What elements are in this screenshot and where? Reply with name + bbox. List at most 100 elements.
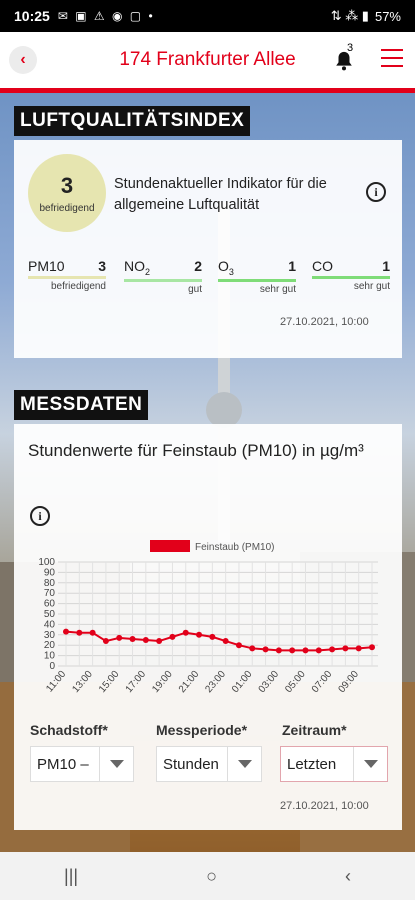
app-bar: ‹ 174 Frankfurter Allee 3 bbox=[0, 32, 415, 88]
data-point bbox=[355, 645, 362, 652]
x-tick-label: 09:00 bbox=[336, 669, 361, 696]
data-point bbox=[235, 642, 242, 649]
data-point bbox=[249, 645, 256, 652]
pollutant-item: NO2 2 gut bbox=[124, 258, 202, 295]
data-point bbox=[156, 638, 163, 645]
y-tick-label: 20 bbox=[44, 640, 56, 651]
aqi-card: 3 befriedigend Stundenaktueller Indikato… bbox=[14, 140, 402, 358]
pollutant-select-label: Schadstoff* bbox=[30, 722, 108, 738]
data-point bbox=[63, 628, 69, 635]
dropdown-arrow-icon bbox=[227, 747, 261, 781]
pollutant-status: befriedigend bbox=[50, 281, 106, 292]
data-point bbox=[89, 629, 96, 636]
x-tick-label: 17:00 bbox=[124, 669, 149, 696]
pollutant-name: O3 bbox=[218, 258, 234, 277]
dropdown-arrow-icon bbox=[353, 747, 387, 781]
x-tick-label: 21:00 bbox=[177, 669, 202, 696]
pollutant-value: 2 bbox=[194, 258, 202, 274]
recent-apps-button[interactable]: ||| bbox=[64, 866, 78, 887]
measure-section-label: MESSDATEN bbox=[14, 390, 149, 420]
pollutant-name: CO bbox=[312, 258, 333, 274]
dropdown-arrow-icon bbox=[99, 747, 133, 781]
period-select-label: Messperiode* bbox=[156, 722, 248, 738]
pollutant-item: PM10 3 befriedigend bbox=[28, 258, 106, 292]
x-tick-label: 01:00 bbox=[230, 669, 255, 696]
legend-label: Feinstaub (PM10) bbox=[195, 542, 274, 553]
pollutant-bar bbox=[28, 276, 106, 279]
data-point bbox=[262, 646, 269, 653]
tv-tower-sphere-shape bbox=[206, 392, 242, 428]
y-tick-label: 60 bbox=[44, 599, 56, 610]
y-tick-label: 50 bbox=[44, 609, 56, 620]
legend-swatch bbox=[150, 540, 190, 552]
notification-count: 3 bbox=[347, 42, 354, 54]
x-tick-label: 03:00 bbox=[257, 669, 282, 696]
pollutant-name: NO2 bbox=[124, 258, 151, 277]
pollutant-select[interactable]: PM10 – bbox=[30, 746, 134, 782]
pollutant-status: gut bbox=[188, 283, 202, 295]
data-point bbox=[275, 647, 282, 654]
status-time: 10:25 bbox=[14, 8, 50, 24]
pollutant-item: O3 1 sehr gut bbox=[218, 258, 296, 295]
pollutant-bar bbox=[312, 276, 390, 279]
data-point bbox=[222, 638, 229, 645]
x-tick-label: 15:00 bbox=[97, 669, 122, 696]
data-point bbox=[129, 635, 136, 642]
data-point bbox=[342, 645, 349, 652]
notification-icons: ✉ ▣ ⚠ ◉ ▢ • bbox=[57, 9, 155, 23]
pollutant-status: sehr gut bbox=[353, 281, 390, 292]
measure-timestamp: 27.10.2021, 10:00 bbox=[280, 800, 369, 812]
system-nav-bar: ||| ○ ‹ bbox=[0, 852, 415, 900]
home-button[interactable]: ○ bbox=[206, 866, 217, 887]
data-point bbox=[289, 647, 296, 654]
pollutant-select-value: PM10 – bbox=[37, 755, 89, 773]
data-point bbox=[329, 646, 336, 653]
data-point bbox=[196, 631, 203, 638]
aqi-index-status: befriedigend bbox=[39, 202, 95, 214]
data-point bbox=[315, 647, 322, 654]
x-tick-label: 07:00 bbox=[310, 669, 335, 696]
range-select-label: Zeitraum* bbox=[282, 722, 347, 738]
info-icon[interactable]: i bbox=[366, 182, 386, 202]
range-select-value: Letzten bbox=[287, 755, 337, 773]
period-select[interactable]: Stunden bbox=[156, 746, 262, 782]
data-point bbox=[102, 638, 109, 645]
aqi-index-value: 3 bbox=[60, 172, 74, 198]
range-select[interactable]: Letzten bbox=[280, 746, 388, 782]
y-tick-label: 40 bbox=[44, 619, 56, 630]
pollutant-item: CO 1 sehr gut bbox=[312, 258, 390, 292]
hamburger-menu-icon[interactable] bbox=[381, 49, 403, 69]
status-bar: 10:25 ✉ ▣ ⚠ ◉ ▢ • ⇅ ⁂ ▮ 57% bbox=[0, 0, 415, 32]
y-tick-label: 10 bbox=[44, 651, 56, 662]
info-icon[interactable]: i bbox=[30, 506, 50, 526]
pollutant-value: 1 bbox=[288, 258, 296, 274]
y-tick-label: 90 bbox=[44, 567, 56, 578]
y-tick-label: 80 bbox=[44, 578, 56, 589]
data-point bbox=[209, 633, 216, 640]
y-tick-label: 100 bbox=[38, 557, 55, 568]
period-select-value: Stunden bbox=[163, 755, 219, 773]
aqi-timestamp: 27.10.2021, 10:00 bbox=[280, 316, 369, 328]
measure-card: Stundenwerte für Feinstaub (PM10) in µg/… bbox=[14, 424, 402, 830]
y-tick-label: 30 bbox=[44, 630, 56, 641]
data-point bbox=[116, 634, 123, 641]
y-tick-label: 70 bbox=[44, 588, 56, 599]
pollutant-bar bbox=[124, 278, 202, 282]
pollutant-bar bbox=[218, 278, 296, 282]
data-point bbox=[369, 644, 375, 651]
aqi-description: Stundenaktueller Indikator für die allge… bbox=[114, 176, 327, 213]
pollutant-value: 1 bbox=[382, 258, 390, 274]
data-point bbox=[182, 629, 189, 636]
x-tick-label: 23:00 bbox=[203, 669, 228, 696]
data-point bbox=[169, 633, 176, 640]
y-tick-label: 0 bbox=[49, 661, 55, 672]
signal-icons: ⇅ ⁂ ▮ bbox=[330, 8, 369, 23]
battery-level: 57% bbox=[374, 8, 401, 24]
system-back-button[interactable]: ‹ bbox=[345, 866, 351, 887]
pollutant-value: 3 bbox=[98, 258, 106, 274]
pollutant-status: sehr gut bbox=[259, 283, 296, 295]
x-tick-label: 13:00 bbox=[70, 669, 95, 696]
chart-title: Stundenwerte für Feinstaub (PM10) in µg/… bbox=[28, 441, 364, 460]
data-point bbox=[142, 637, 149, 643]
x-tick-label: 11:00 bbox=[44, 669, 68, 695]
